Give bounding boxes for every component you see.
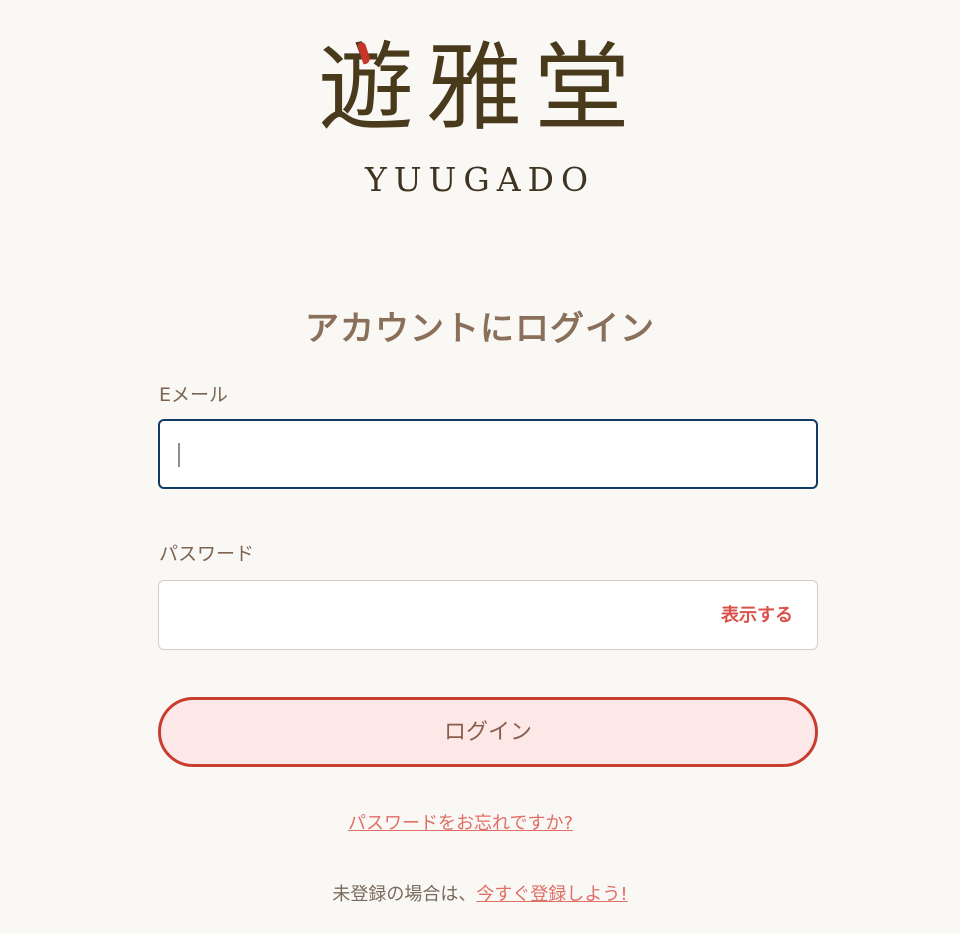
password-label: パスワード xyxy=(159,543,255,565)
logo-roman-text: YUUGADO xyxy=(364,160,596,199)
text-caret xyxy=(178,443,180,467)
show-password-toggle[interactable]: 表示する xyxy=(721,604,793,628)
forgot-password-link[interactable]: パスワードをお忘れですか? xyxy=(348,812,573,836)
email-field[interactable] xyxy=(158,419,818,489)
email-label: Eメール xyxy=(159,384,229,406)
register-link[interactable]: 今すぐ登録しよう! xyxy=(476,884,627,905)
email-input[interactable] xyxy=(160,421,816,487)
password-field[interactable]: 表示する xyxy=(158,580,818,650)
page-title: アカウントにログイン xyxy=(305,308,655,349)
logo-kanji: 遊雅堂 xyxy=(318,28,642,148)
register-prompt: 未登録の場合は、 xyxy=(332,884,477,905)
login-button[interactable]: ログイン xyxy=(158,697,818,767)
login-page: 遊雅堂 YUUGADO アカウントにログイン Eメール パスワード 表示する ロ… xyxy=(0,0,960,933)
password-input[interactable] xyxy=(159,581,817,649)
register-prompt-row: 未登録の場合は、今すぐ登録しよう! xyxy=(0,883,960,907)
brand-logo: 遊雅堂 YUUGADO xyxy=(0,28,960,200)
